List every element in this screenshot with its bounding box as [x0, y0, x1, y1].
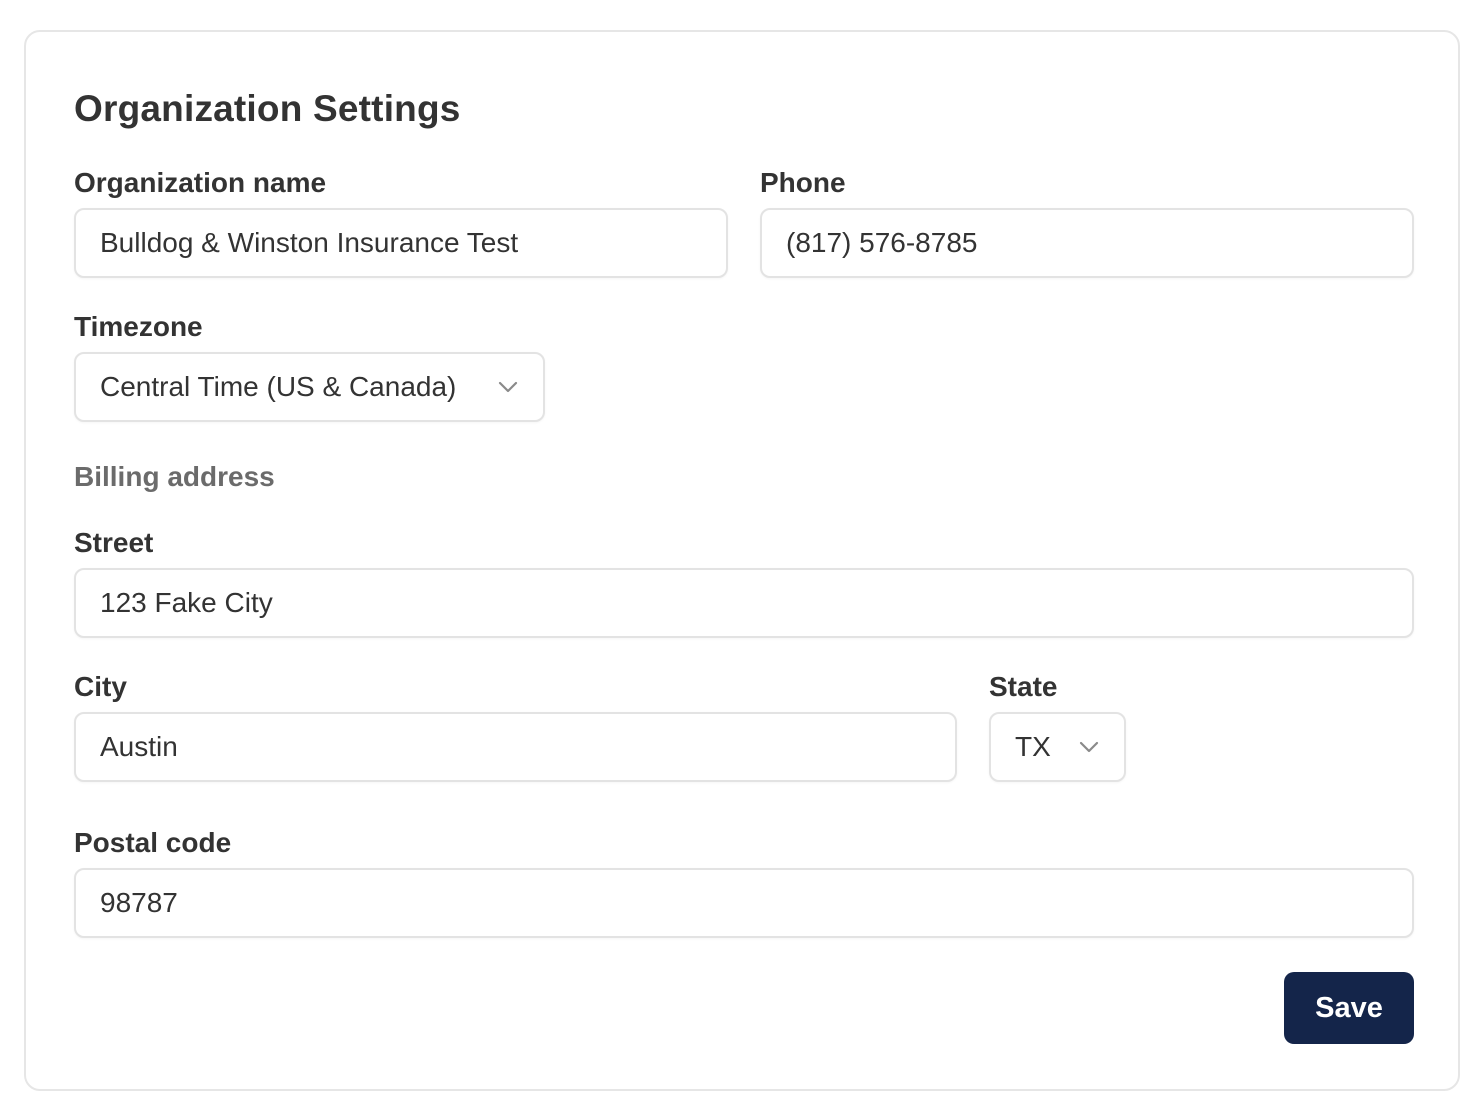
save-button[interactable]: Save: [1284, 972, 1414, 1044]
timezone-selected-value: Central Time (US & Canada): [100, 371, 457, 402]
timezone-label: Timezone: [74, 311, 203, 342]
chevron-down-icon: [1079, 741, 1099, 753]
city-input[interactable]: [74, 712, 957, 782]
page-title: Organization Settings: [74, 88, 461, 129]
billing-address-heading: Billing address: [74, 461, 275, 492]
state-label: State: [989, 671, 1058, 702]
phone-label: Phone: [760, 167, 846, 198]
phone-input[interactable]: [760, 208, 1414, 278]
chevron-down-icon: [498, 381, 518, 393]
organization-name-label: Organization name: [74, 167, 327, 198]
organization-settings-card: Organization Settings Organization name …: [24, 30, 1460, 1091]
city-label: City: [74, 671, 127, 702]
postal-code-label: Postal code: [74, 827, 232, 858]
street-label: Street: [74, 527, 154, 558]
state-select[interactable]: TX: [989, 712, 1126, 782]
timezone-select[interactable]: Central Time (US & Canada): [74, 352, 545, 422]
street-input[interactable]: [74, 568, 1414, 638]
state-selected-value: TX: [1015, 731, 1051, 762]
organization-name-input[interactable]: [74, 208, 728, 278]
postal-code-input[interactable]: [74, 868, 1414, 938]
